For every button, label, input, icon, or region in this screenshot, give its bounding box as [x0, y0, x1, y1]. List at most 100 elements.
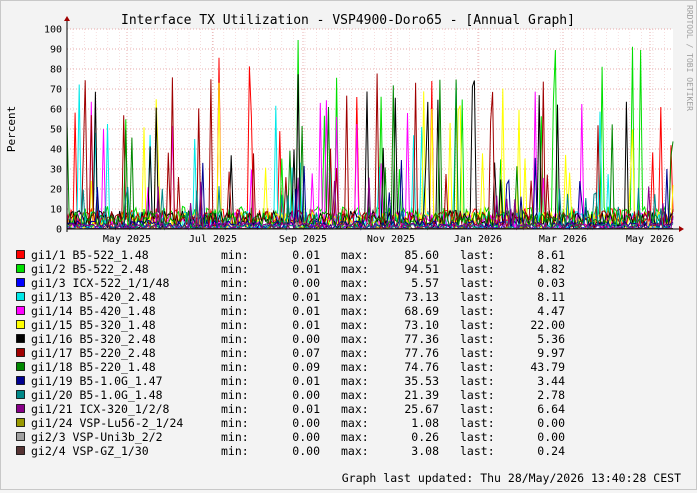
legend-last-label: last:	[460, 360, 495, 374]
legend-max-label: max:	[341, 248, 369, 262]
legend-swatch	[16, 376, 25, 385]
legend-last-label: last:	[460, 332, 495, 346]
y-tick-label: 100	[44, 25, 62, 36]
legend-series-name: gi1/15 B5-320_1.48	[31, 318, 156, 332]
watermark: RRDTOOL / TOBI OETIKER	[685, 5, 694, 111]
legend-min-value: 0.07	[292, 346, 320, 360]
y-tick-label: 40	[50, 145, 62, 156]
legend-max-value: 74.76	[404, 360, 439, 374]
legend-series-name: gi2/4 VSP-GZ_1/30	[31, 444, 149, 458]
graph-frame: Interface TX Utilization - VSP4900-Doro6…	[0, 0, 697, 490]
legend-series-name: gi1/2 B5-522_2.48	[31, 262, 149, 276]
legend-max-label: max:	[341, 276, 369, 290]
legend-max-value: 0.26	[411, 430, 439, 444]
legend-max-value: 73.10	[404, 318, 439, 332]
legend-max-value: 73.13	[404, 290, 439, 304]
legend-swatch	[16, 264, 25, 273]
legend-series-name: gi1/24 VSP-Lu56-2_1/24	[31, 416, 183, 430]
legend-last-value: 8.61	[537, 248, 565, 262]
legend-last-value: 8.11	[537, 290, 565, 304]
legend-max-label: max:	[341, 444, 369, 458]
legend-swatch	[16, 320, 25, 329]
x-tick-label: Sep 2025	[279, 234, 327, 245]
legend-min-label: min:	[221, 346, 249, 360]
legend-max-label: max:	[341, 374, 369, 388]
legend-min-label: min:	[221, 276, 249, 290]
legend-last-value: 22.00	[530, 318, 565, 332]
legend-min-value: 0.01	[292, 318, 320, 332]
legend-last-value: 9.97	[537, 346, 565, 360]
legend-swatch	[16, 250, 25, 259]
legend-last-value: 0.03	[537, 276, 565, 290]
legend-series-name: gi1/21 ICX-320_1/2/8	[31, 402, 170, 416]
legend-min-value: 0.00	[292, 430, 320, 444]
x-tick-label: Jan 2026	[454, 234, 502, 245]
legend-swatch	[16, 446, 25, 455]
chart-title: Interface TX Utilization - VSP4900-Doro6…	[121, 13, 575, 28]
legend-min-value: 0.00	[292, 416, 320, 430]
legend-last-value: 43.79	[530, 360, 565, 374]
legend-last-label: last:	[460, 402, 495, 416]
legend-max-label: max:	[341, 430, 369, 444]
legend-min-label: min:	[221, 290, 249, 304]
legend-max-value: 5.57	[411, 276, 439, 290]
legend-min-value: 0.09	[292, 360, 320, 374]
y-tick-label: 20	[50, 185, 62, 196]
legend-series-name: gi1/20 B5-1.0G_1.48	[31, 388, 163, 402]
legend-series-name: gi1/16 B5-320_2.48	[31, 332, 156, 346]
legend-min-label: min:	[221, 416, 249, 430]
y-axis-label: Percent	[5, 106, 18, 152]
tx-utilization-chart: Interface TX Utilization - VSP4900-Doro6…	[5, 5, 694, 485]
legend-series-name: gi1/1 B5-522_1.48	[31, 248, 149, 262]
legend-series-name: gi1/17 B5-220_2.48	[31, 346, 156, 360]
legend-last-label: last:	[460, 248, 495, 262]
legend-max-value: 1.08	[411, 416, 439, 430]
legend-max-label: max:	[341, 360, 369, 374]
legend-min-label: min:	[221, 304, 249, 318]
legend-series-name: gi1/18 B5-220_1.48	[31, 360, 156, 374]
legend-last-label: last:	[460, 374, 495, 388]
legend-swatch	[16, 278, 25, 287]
legend-max-value: 77.36	[404, 332, 439, 346]
legend-max-value: 85.60	[404, 248, 439, 262]
legend-max-value: 3.08	[411, 444, 439, 458]
legend-last-value: 0.00	[537, 430, 565, 444]
legend-series-name: gi1/19 B5-1.0G_1.47	[31, 374, 163, 388]
legend-series-name: gi2/3 VSP-Uni3b_2/2	[31, 430, 163, 444]
legend-min-label: min:	[221, 360, 249, 374]
legend-min-value: 0.01	[292, 262, 320, 276]
legend-max-value: 68.69	[404, 304, 439, 318]
legend-min-value: 0.01	[292, 374, 320, 388]
legend-series-name: gi1/14 B5-420_1.48	[31, 304, 156, 318]
y-tick-label: 30	[50, 165, 62, 176]
legend-swatch	[16, 390, 25, 399]
legend-min-value: 0.00	[292, 332, 320, 346]
legend-last-label: last:	[460, 304, 495, 318]
legend-swatch	[16, 418, 25, 427]
legend-last-label: last:	[460, 444, 495, 458]
legend-last-label: last:	[460, 416, 495, 430]
last-updated: Graph last updated: Thu 28/May/2026 13:4…	[342, 471, 681, 485]
legend-max-value: 21.39	[404, 388, 439, 402]
legend-last-label: last:	[460, 262, 495, 276]
legend-min-label: min:	[221, 332, 249, 346]
legend-max-label: max:	[341, 346, 369, 360]
legend-min-label: min:	[221, 388, 249, 402]
y-tick-label: 70	[50, 85, 62, 96]
legend-swatch	[16, 306, 25, 315]
legend-swatch	[16, 432, 25, 441]
legend-max-label: max:	[341, 402, 369, 416]
legend-last-label: last:	[460, 388, 495, 402]
legend-max-label: max:	[341, 262, 369, 276]
legend-min-label: min:	[221, 318, 249, 332]
legend-last-value: 6.64	[537, 402, 565, 416]
legend-last-value: 4.47	[537, 304, 565, 318]
legend-swatch	[16, 404, 25, 413]
x-tick-label: Nov 2025	[367, 234, 415, 245]
legend-max-label: max:	[341, 290, 369, 304]
legend-min-label: min:	[221, 248, 249, 262]
x-tick-label: May 2026	[626, 234, 674, 245]
y-tick-label: 60	[50, 105, 62, 116]
x-tick-label: Mar 2026	[539, 234, 587, 245]
legend-last-label: last:	[460, 290, 495, 304]
